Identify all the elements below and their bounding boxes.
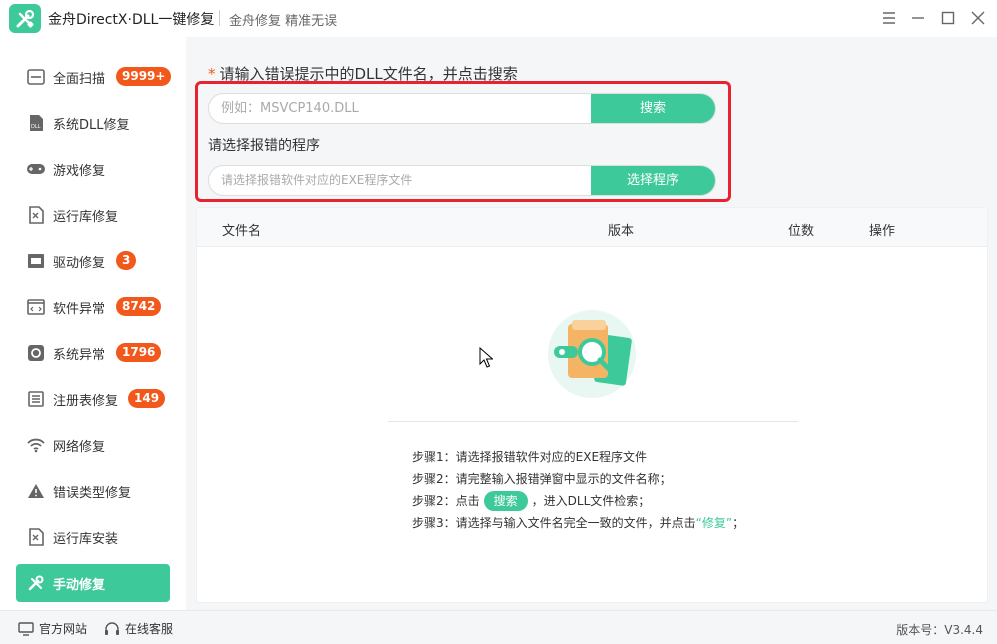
sidebar-item-registry[interactable]: 注册表修复 149 (16, 380, 170, 418)
step-3-prefix: 步骤2：点击 (412, 494, 480, 508)
monitor-icon (18, 621, 34, 636)
menu-icon[interactable] (879, 8, 899, 28)
column-bits: 位数 (788, 224, 815, 239)
sidebar-item-label: 驱动修复 (53, 256, 106, 271)
online-support-link[interactable]: 在线客服 (104, 620, 173, 637)
program-label: 请选择报错的程序 (208, 138, 320, 154)
sidebar-item-system-error[interactable]: 系统异常 1796 (16, 334, 170, 372)
runtime-icon (26, 206, 46, 224)
main-content: *请输入错误提示中的DLL文件名，并点击搜索 搜索 请选择报错的程序 选择程序 … (186, 37, 997, 610)
sidebar-item-label: 软件异常 (53, 302, 106, 317)
step-4-prefix: 步骤3：请选择与输入文件名完全一致的文件，并点击 (412, 516, 696, 530)
instructions: 步骤1：请选择报错软件对应的EXE程序文件 步骤2：请完整输入报错弹窗中显示的文… (412, 446, 744, 534)
column-action: 操作 (869, 224, 896, 239)
search-prompt: * 请输入错误提示中的DLL文件名，并点击搜索 (208, 63, 518, 84)
official-website-link[interactable]: 官方网站 (18, 620, 87, 637)
app-subtitle: 金舟修复 精准无误 (229, 14, 338, 29)
sidebar-item-software-error[interactable]: 软件异常 8742 (16, 288, 170, 326)
gamepad-icon (26, 160, 46, 178)
sidebar-item-label: 运行库修复 (53, 210, 119, 225)
empty-state-illustration-icon (542, 308, 642, 400)
sidebar: 全面扫描 9999+ DLL 系统DLL修复 游戏修复 运行库修复 驱动修复 3… (0, 37, 186, 610)
headset-icon (104, 621, 120, 637)
close-icon[interactable] (968, 8, 988, 28)
scan-icon (26, 68, 46, 86)
sidebar-item-runtime-repair[interactable]: 运行库修复 (16, 196, 170, 234)
sidebar-item-label: 系统DLL修复 (53, 118, 130, 133)
column-filename: 文件名 (222, 224, 262, 239)
sidebar-item-driver[interactable]: 驱动修复 3 (16, 242, 170, 280)
select-program-button[interactable]: 选择程序 (591, 166, 715, 195)
count-badge: 3 (116, 251, 137, 270)
mouse-cursor-icon (479, 346, 494, 372)
minimize-icon[interactable] (908, 8, 928, 28)
step-4: 步骤3：请选择与输入文件名完全一致的文件，并点击 “修复” ； (412, 512, 744, 534)
repair-highlight: “修复” (695, 516, 733, 530)
official-website-label: 官方网站 (39, 622, 88, 636)
warning-icon (26, 482, 46, 500)
gear-icon (26, 344, 46, 362)
sidebar-item-label: 网络修复 (53, 440, 106, 455)
sidebar-item-manual-repair[interactable]: 手动修复 (16, 564, 170, 602)
wifi-icon (26, 436, 46, 454)
search-button[interactable]: 搜索 (591, 94, 715, 123)
step-3-suffix: ，进入DLL文件检索； (531, 494, 651, 508)
wrench-icon (26, 574, 46, 592)
results-table: 文件名 版本 位数 操作 步骤1：请选择报错软件对应的EXE程序文件 步骤2：请… (196, 207, 988, 603)
sidebar-item-error-type[interactable]: 错误类型修复 (16, 472, 170, 510)
column-version: 版本 (608, 224, 635, 239)
count-badge: 149 (128, 389, 166, 408)
svg-text:DLL: DLL (31, 124, 41, 130)
sidebar-item-label: 注册表修复 (53, 394, 119, 409)
table-header: 文件名 版本 位数 操作 (197, 208, 987, 247)
title-divider (219, 10, 220, 26)
dll-search-box: 搜索 (208, 93, 716, 124)
inline-search-pill: 搜索 (483, 491, 528, 511)
title-bar: 金舟DirectX·DLL一键修复 金舟修复 精准无误 (0, 0, 997, 37)
sidebar-item-label: 手动修复 (53, 578, 106, 593)
count-badge: 8742 (116, 297, 162, 316)
step-1: 步骤1：请选择报错软件对应的EXE程序文件 (412, 450, 648, 464)
count-badge: 1796 (116, 343, 162, 362)
step-2: 步骤2：请完整输入报错弹窗中显示的文件名称； (412, 472, 672, 486)
step-3: 步骤2：点击 搜索 ，进入DLL文件检索； (412, 490, 744, 512)
sidebar-item-network[interactable]: 网络修复 (16, 426, 170, 464)
required-star: * (208, 65, 216, 83)
sidebar-item-label: 系统异常 (53, 348, 106, 363)
sidebar-item-full-scan[interactable]: 全面扫描 9999+ (16, 58, 172, 96)
sidebar-item-label: 全面扫描 (53, 72, 106, 87)
search-prompt-text: 请输入错误提示中的DLL文件名，并点击搜索 (219, 65, 518, 83)
program-select-box: 选择程序 (208, 165, 716, 196)
empty-state-divider (388, 421, 798, 422)
app-title: 金舟DirectX·DLL一键修复 (48, 12, 215, 28)
dll-file-icon: DLL (26, 114, 46, 132)
step-4-suffix: ； (732, 516, 745, 530)
sidebar-item-label: 游戏修复 (53, 164, 106, 179)
maximize-icon[interactable] (938, 8, 958, 28)
version-label: 版本号：V3.4.4 (896, 623, 983, 637)
sidebar-item-label: 错误类型修复 (53, 486, 132, 501)
dll-search-input[interactable] (209, 94, 593, 123)
online-support-label: 在线客服 (125, 622, 174, 636)
code-window-icon (26, 298, 46, 316)
app-logo-icon (9, 4, 41, 33)
sidebar-item-system-dll[interactable]: DLL 系统DLL修复 (16, 104, 170, 142)
program-path-input[interactable] (209, 166, 593, 195)
sidebar-item-label: 运行库安装 (53, 532, 119, 547)
sidebar-item-runtime-install[interactable]: 运行库安装 (16, 518, 170, 556)
list-icon (26, 390, 46, 408)
status-bar: 官方网站 在线客服 版本号：V3.4.4 (0, 610, 997, 644)
sidebar-item-game[interactable]: 游戏修复 (16, 150, 170, 188)
count-badge: 9999+ (116, 67, 172, 86)
driver-icon (26, 252, 46, 270)
runtime-install-icon (26, 528, 46, 546)
